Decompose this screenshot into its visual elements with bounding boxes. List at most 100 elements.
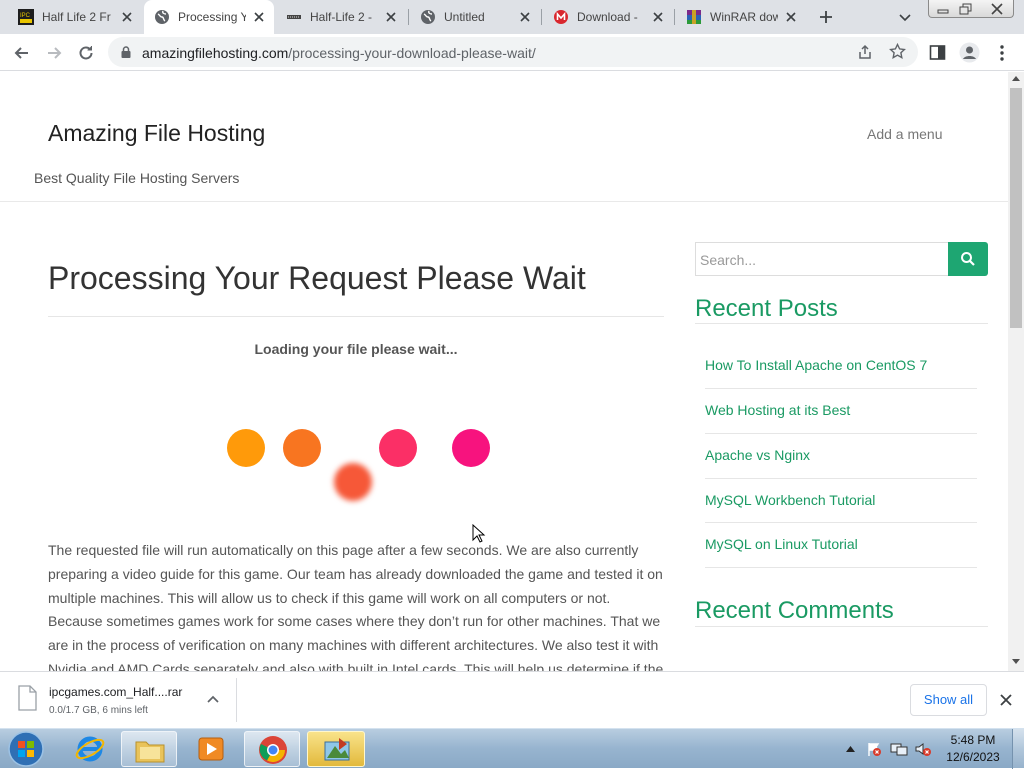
paragraph-line: preparing a video guide for this game. O… <box>48 566 663 582</box>
paragraph-line: are in the process of verification on ma… <box>48 637 659 653</box>
web-page: Amazing File Hosting Add a menu Best Qua… <box>0 72 1008 671</box>
bookmark-star-icon[interactable] <box>889 43 906 60</box>
loader-dot <box>227 429 265 467</box>
paragraph-line: Because sometimes games work for some ca… <box>48 613 661 629</box>
ipc-games-favicon: IPC <box>18 9 34 25</box>
url-domain: amazingfilehosting.com <box>142 45 289 61</box>
loader-dot <box>283 429 321 467</box>
more-menu-icon[interactable] <box>995 44 1009 62</box>
setup-app-icon <box>324 738 350 761</box>
header-divider <box>0 201 1008 202</box>
loader-dot <box>334 463 372 501</box>
forward-arrow-icon[interactable] <box>44 43 64 63</box>
recent-post-link[interactable]: Web Hosting at its Best <box>705 402 850 418</box>
tab-title: WinRAR dow <box>710 10 778 24</box>
internet-explorer-icon <box>75 736 105 762</box>
search-button[interactable] <box>948 242 988 276</box>
clock-time[interactable]: 5:48 PM <box>941 733 1005 747</box>
recent-post-link[interactable]: MySQL Workbench Tutorial <box>705 492 875 508</box>
show-desktop-button[interactable] <box>1012 729 1024 769</box>
close-shelf-icon[interactable] <box>999 693 1013 707</box>
recent-comments-heading: Recent Comments <box>695 597 894 624</box>
clock-date[interactable]: 12/6/2023 <box>941 750 1005 764</box>
post-separator <box>705 522 977 523</box>
close-icon[interactable] <box>120 10 134 24</box>
download-shelf: ipcgames.com_Half....rar 0.0/1.7 GB, 6 m… <box>0 671 1024 728</box>
globe-icon <box>421 10 435 24</box>
url-path: /processing-your-download-please-wait/ <box>288 45 536 61</box>
taskbar-chrome[interactable] <box>244 731 300 767</box>
download-status: 0.0/1.7 GB, 6 mins left <box>49 705 148 716</box>
start-button-windows-icon[interactable] <box>6 730 46 768</box>
chevron-up-icon[interactable] <box>207 694 219 704</box>
site-title[interactable]: Amazing File Hosting <box>48 120 265 147</box>
section-divider <box>695 626 988 627</box>
recent-post-link[interactable]: Apache vs Nginx <box>705 447 810 463</box>
tab-download-mega[interactable]: Download - <box>543 0 673 34</box>
show-all-button[interactable]: Show all <box>910 684 987 716</box>
loading-text: Loading your file please wait... <box>254 341 458 357</box>
restore-icon[interactable] <box>956 2 976 16</box>
post-separator <box>705 478 977 479</box>
tab-half-life-2[interactable]: Half-Life 2 - <box>276 0 406 34</box>
scroll-up-arrow-icon[interactable] <box>1012 75 1020 81</box>
close-icon[interactable] <box>651 10 665 24</box>
tab-processing[interactable]: Processing Y <box>144 0 274 34</box>
close-icon[interactable] <box>784 10 798 24</box>
tab-half-life-2-free[interactable]: IPC Half Life 2 Fr <box>8 0 142 34</box>
file-icon <box>18 685 37 711</box>
minimize-icon[interactable] <box>933 2 953 16</box>
mega-favicon <box>554 10 568 24</box>
media-player-icon <box>198 737 224 761</box>
side-panel-icon[interactable] <box>929 44 946 61</box>
tab-title: Processing Y <box>178 10 246 24</box>
add-menu-link[interactable]: Add a menu <box>867 126 943 142</box>
post-separator <box>705 433 977 434</box>
window-close-icon[interactable] <box>987 2 1007 16</box>
taskbar-internet-explorer[interactable] <box>62 731 118 767</box>
taskbar-active-app[interactable] <box>307 731 365 767</box>
close-icon[interactable] <box>384 10 398 24</box>
svg-text:IPC: IPC <box>20 13 31 19</box>
recent-posts-heading: Recent Posts <box>695 295 838 322</box>
search-placeholder: Search... <box>700 252 757 268</box>
new-tab-plus-icon[interactable] <box>818 9 834 25</box>
post-separator <box>705 567 977 568</box>
tray-expand-icon[interactable] <box>846 745 855 752</box>
taskbar-file-explorer[interactable] <box>121 731 177 767</box>
tab-title: Half Life 2 Fr <box>42 10 111 24</box>
recent-post-link[interactable]: MySQL on Linux Tutorial <box>705 536 858 552</box>
close-icon[interactable] <box>518 10 532 24</box>
section-divider <box>695 323 988 324</box>
chrome-icon <box>259 736 287 764</box>
action-center-flag-icon[interactable] <box>866 741 882 757</box>
loader-dot <box>452 429 490 467</box>
winrar-favicon <box>687 10 701 24</box>
scroll-down-arrow-icon[interactable] <box>1012 659 1020 665</box>
windows-taskbar: 5:48 PM 12/6/2023 <box>0 728 1024 769</box>
back-arrow-icon[interactable] <box>12 43 32 63</box>
recent-post-link[interactable]: How To Install Apache on CentOS 7 <box>705 357 927 373</box>
search-input[interactable]: Search... <box>695 242 949 276</box>
share-icon[interactable] <box>857 44 873 60</box>
post-separator <box>705 388 977 389</box>
download-filename: ipcgames.com_Half....rar <box>49 685 183 699</box>
network-icon[interactable] <box>890 741 908 757</box>
folder-icon <box>135 741 165 763</box>
profile-avatar-icon[interactable] <box>959 42 980 63</box>
tab-search-chevron-icon[interactable] <box>898 10 912 24</box>
tab-title: Untitled <box>444 10 485 24</box>
volume-muted-icon[interactable] <box>914 741 932 757</box>
taskbar-media-player[interactable] <box>183 731 239 767</box>
url-text[interactable]: amazingfilehosting.com/processing-your-d… <box>142 45 536 61</box>
close-icon[interactable] <box>252 10 266 24</box>
tab-title: Download - <box>577 10 638 24</box>
scrollbar-thumb[interactable] <box>1010 88 1022 328</box>
tab-untitled[interactable]: Untitled <box>410 0 540 34</box>
tab-winrar-download[interactable]: WinRAR dow <box>676 0 806 34</box>
download-item[interactable]: ipcgames.com_Half....rar 0.0/1.7 GB, 6 m… <box>8 677 236 723</box>
loader-dot <box>379 429 417 467</box>
reload-icon[interactable] <box>76 43 96 63</box>
lock-icon[interactable] <box>119 45 133 59</box>
address-bar[interactable]: amazingfilehosting.com/processing-your-d… <box>108 37 918 67</box>
